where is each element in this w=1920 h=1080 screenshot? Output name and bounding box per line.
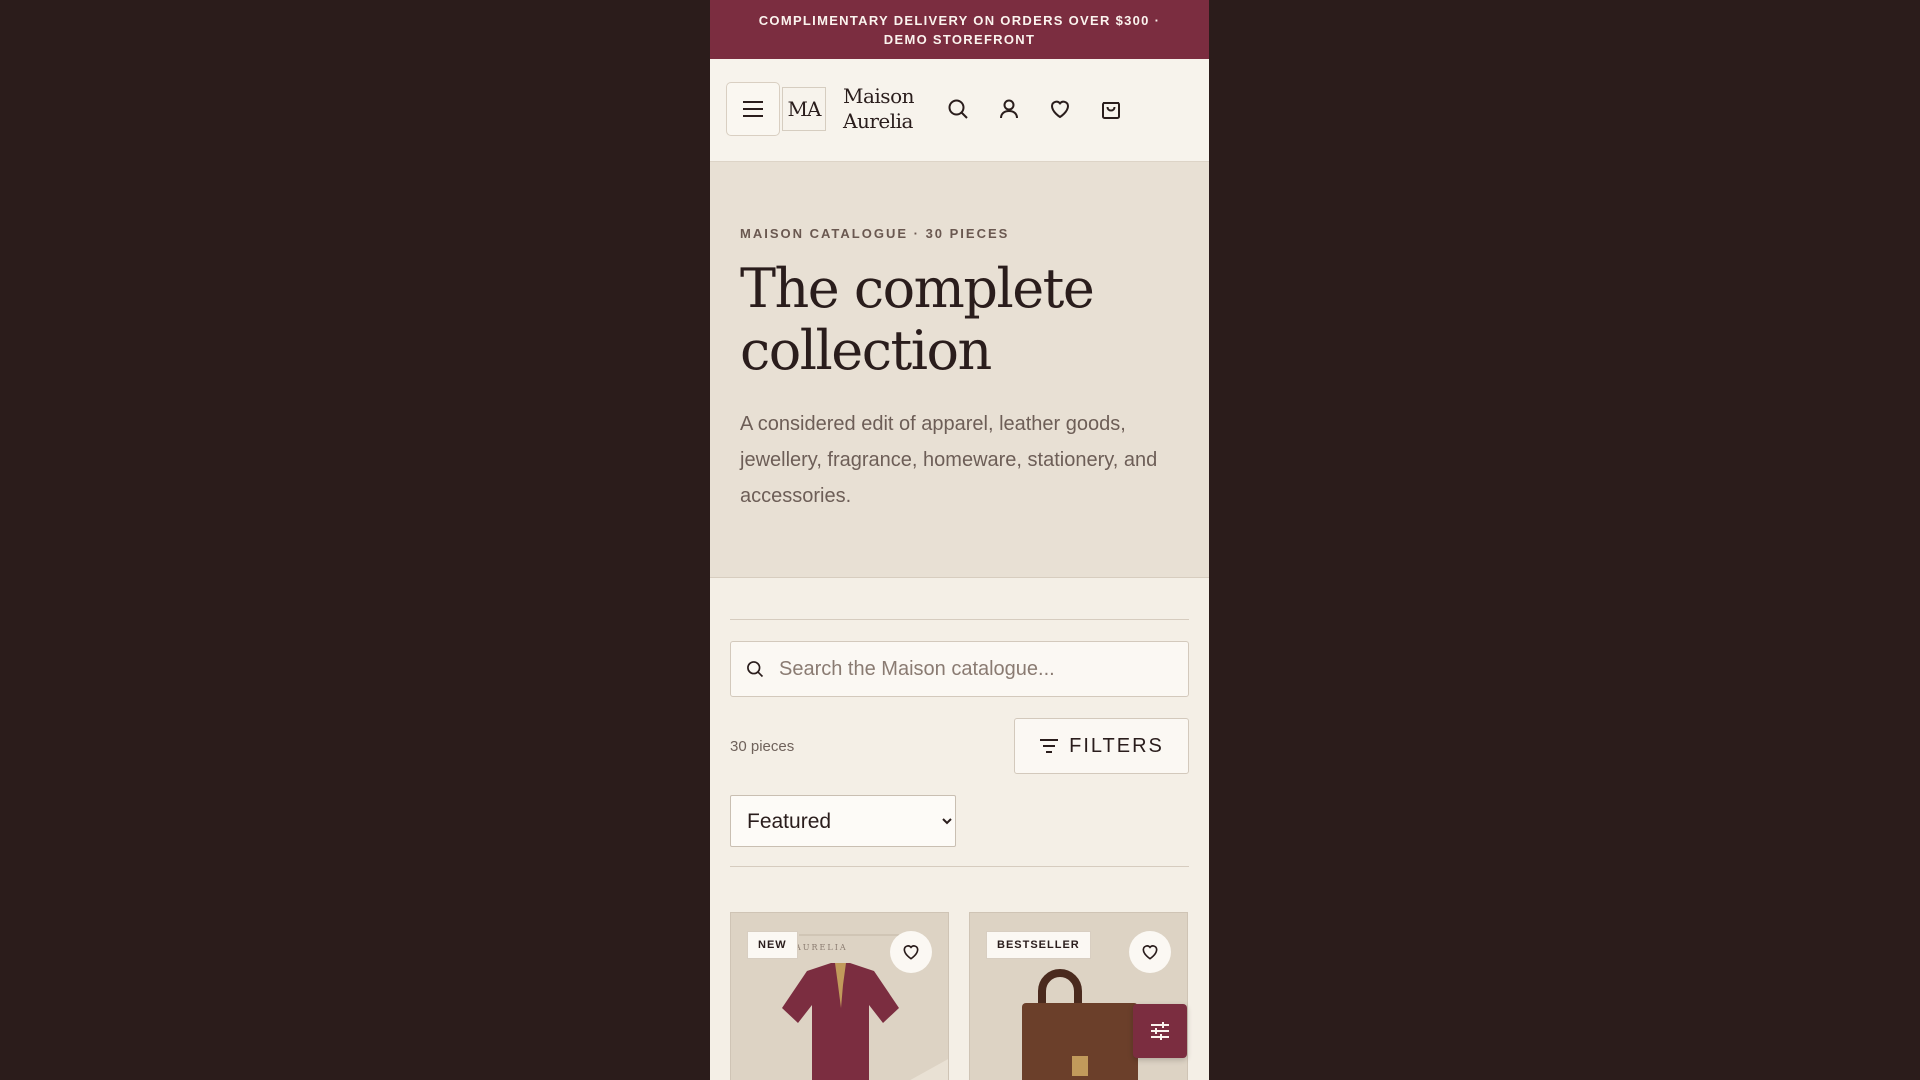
add-to-wishlist-button[interactable] <box>890 931 932 973</box>
filter-icon <box>1040 739 1059 753</box>
sliders-icon <box>1151 1022 1169 1040</box>
filters-label: FILTERS <box>1069 734 1164 757</box>
floating-filter-button[interactable] <box>1133 1004 1187 1058</box>
add-to-wishlist-button[interactable] <box>1129 931 1171 973</box>
hero-eyebrow: MAISON CATALOGUE · 30 PIECES <box>740 226 1010 241</box>
catalogue-controls: 30 pieces FILTERS Featured <box>710 578 1209 878</box>
sort-select[interactable]: Featured <box>730 795 956 847</box>
wishlist-button[interactable] <box>1046 95 1074 123</box>
menu-button[interactable] <box>726 82 780 136</box>
hero-section: MAISON CATALOGUE · 30 PIECES The complet… <box>710 162 1209 578</box>
product-image-watermark: AURELIA <box>795 943 848 952</box>
bag-icon <box>1102 102 1120 119</box>
divider <box>730 866 1189 867</box>
search-button[interactable] <box>944 95 972 123</box>
search-field[interactable] <box>730 641 1189 697</box>
account-icon <box>1000 99 1018 119</box>
promo-line-1: COMPLIMENTARY DELIVERY ON ORDERS OVER $3… <box>758 12 1161 28</box>
search-icon <box>948 99 968 119</box>
product-card[interactable]: AURELIA NEW <box>730 912 949 1080</box>
logo-mark[interactable]: MA <box>782 87 826 131</box>
filters-button[interactable]: FILTERS <box>1014 718 1189 774</box>
brand-name-line-1: Maison <box>843 84 914 108</box>
promo-banner: COMPLIMENTARY DELIVERY ON ORDERS OVER $3… <box>710 0 1209 59</box>
search-icon <box>747 661 764 678</box>
mobile-viewport: COMPLIMENTARY DELIVERY ON ORDERS OVER $3… <box>710 0 1209 1080</box>
site-header: MA Maison Aurelia <box>710 59 1209 162</box>
hero-description: A considered edit of apparel, leather go… <box>740 413 1158 507</box>
promo-line-2: DEMO STOREFRONT <box>883 31 1036 47</box>
heart-icon <box>1050 100 1070 119</box>
result-count: 30 pieces <box>730 738 795 755</box>
cart-button[interactable] <box>1097 95 1125 123</box>
search-input[interactable] <box>777 656 1161 682</box>
brand-name-line-2: Aurelia <box>843 109 913 133</box>
brand-name[interactable]: Maison Aurelia <box>843 84 933 134</box>
account-button[interactable] <box>995 95 1023 123</box>
menu-icon <box>743 101 763 117</box>
divider <box>730 619 1189 620</box>
product-badge: BESTSELLER <box>986 931 1091 959</box>
heart-icon <box>903 945 919 960</box>
product-badge: NEW <box>747 931 798 959</box>
heart-icon <box>1142 945 1158 960</box>
page-title: The complete collection <box>740 257 1095 382</box>
